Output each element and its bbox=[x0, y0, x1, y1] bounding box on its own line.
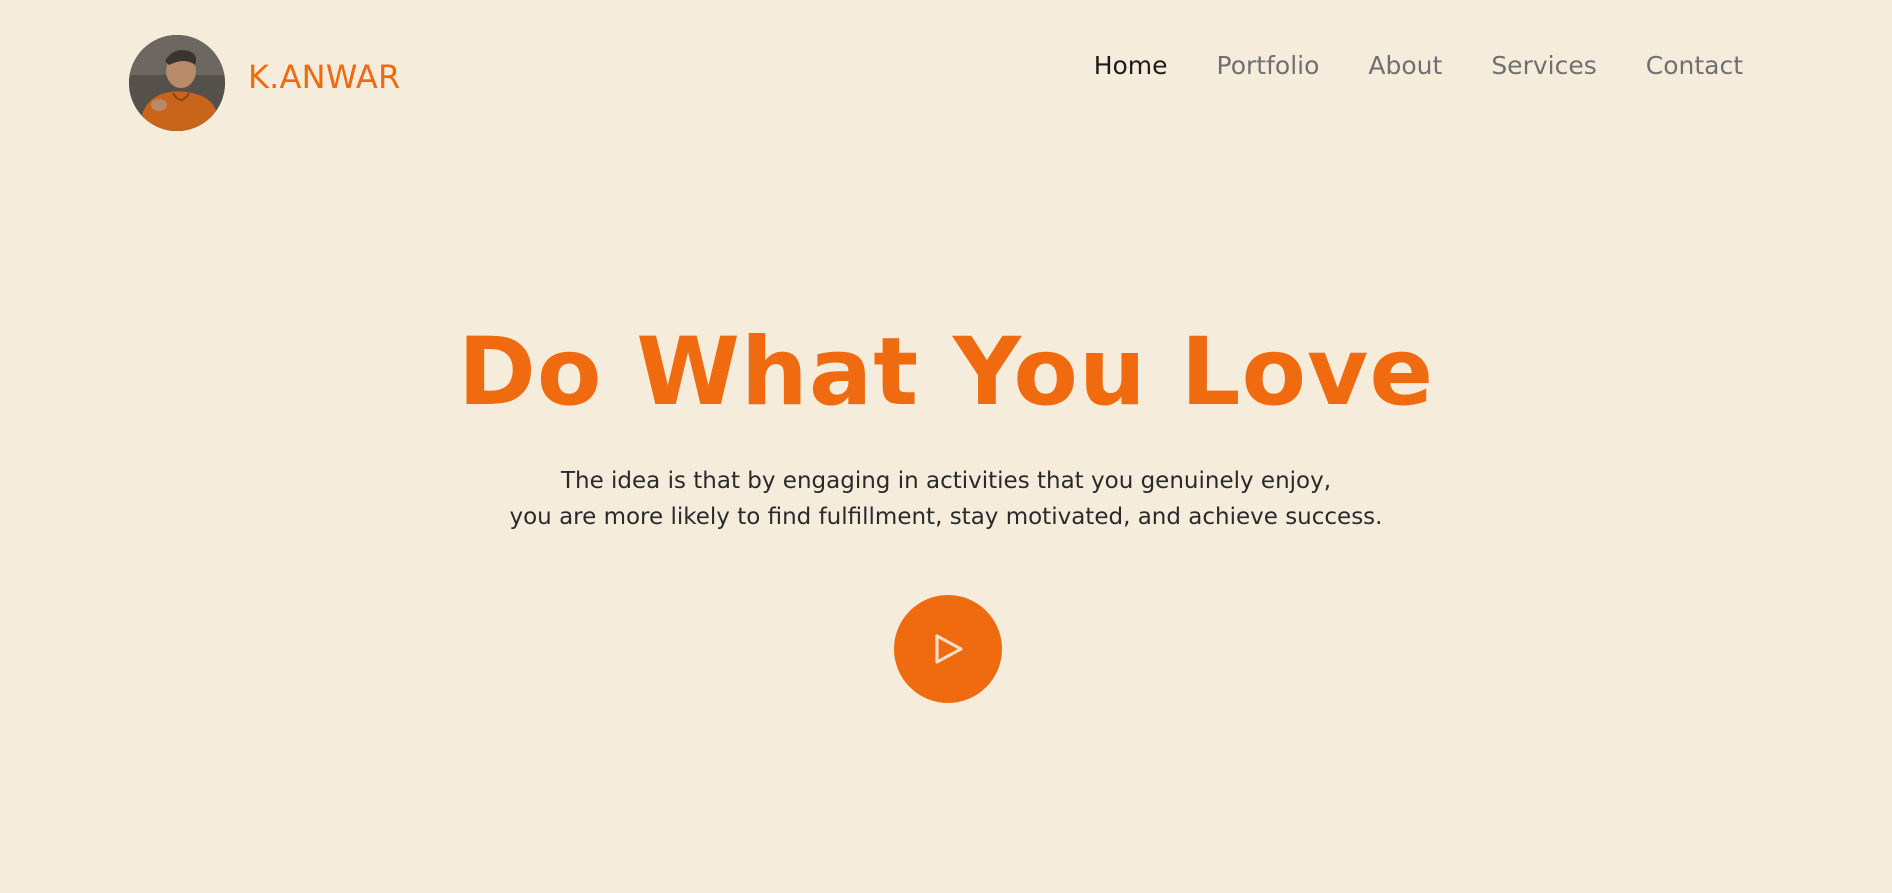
main-nav: Home Portfolio About Services Contact bbox=[1094, 50, 1743, 82]
nav-item-contact[interactable]: Contact bbox=[1646, 50, 1743, 82]
hero-subtitle: The idea is that by engaging in activiti… bbox=[0, 463, 1892, 535]
avatar-photo bbox=[129, 35, 225, 131]
nav-item-services[interactable]: Services bbox=[1491, 50, 1596, 82]
brand-name[interactable]: K.ANWAR bbox=[248, 57, 400, 97]
site-header: K.ANWAR Home Portfolio About Services Co… bbox=[0, 0, 1892, 170]
avatar[interactable] bbox=[129, 35, 225, 131]
nav-item-about[interactable]: About bbox=[1368, 50, 1442, 82]
play-icon bbox=[935, 634, 963, 664]
nav-item-home[interactable]: Home bbox=[1094, 50, 1168, 82]
hero-subtitle-line-2: you are more likely to find fulfillment,… bbox=[509, 504, 1383, 530]
play-video-button[interactable] bbox=[894, 595, 1002, 703]
hero-title: Do What You Love bbox=[457, 318, 1435, 427]
nav-item-portfolio[interactable]: Portfolio bbox=[1217, 50, 1320, 82]
hero-subtitle-line-1: The idea is that by engaging in activiti… bbox=[560, 468, 1332, 494]
